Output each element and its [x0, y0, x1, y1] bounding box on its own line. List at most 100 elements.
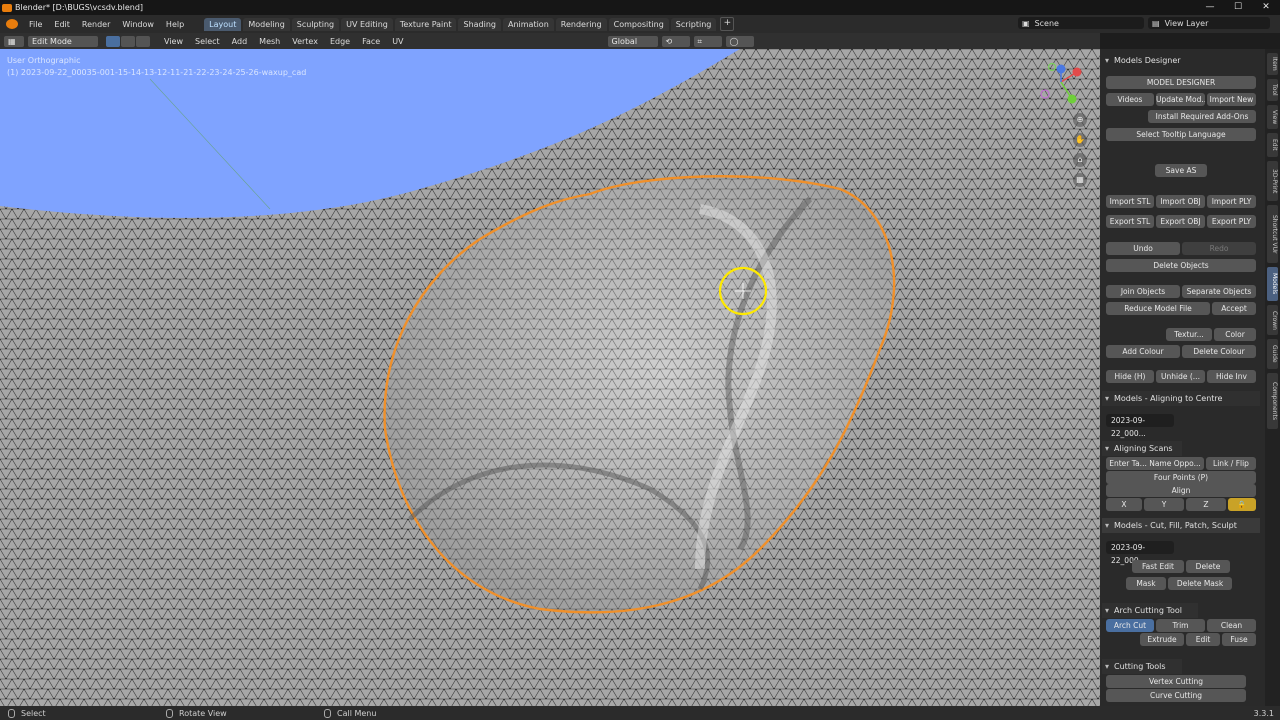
close-button[interactable]: ✕ — [1252, 0, 1280, 15]
menu-add[interactable]: Add — [226, 37, 254, 46]
aligning-centre-header[interactable]: Models - Aligning to Centre — [1102, 391, 1260, 406]
z-axis-icon[interactable] — [1056, 64, 1066, 74]
tab-models[interactable]: Models — [1267, 267, 1278, 301]
import-obj-button[interactable]: Import OBJ — [1156, 195, 1205, 208]
tab-rendering[interactable]: Rendering — [555, 17, 607, 31]
neg-y-axis-icon[interactable] — [1047, 62, 1057, 72]
menu-file[interactable]: File — [23, 20, 48, 29]
delete-mask-button[interactable]: Delete Mask — [1168, 577, 1232, 590]
menu-view[interactable]: View — [158, 37, 189, 46]
import-stl-button[interactable]: Import STL — [1106, 195, 1154, 208]
texture-button[interactable]: Textur... — [1166, 328, 1212, 341]
mode-selector[interactable]: Edit Mode — [28, 35, 98, 47]
axis-x-button[interactable]: X — [1106, 498, 1142, 511]
install-addons-button[interactable]: Install Required Add-Ons — [1148, 110, 1256, 123]
cut-fill-header[interactable]: Models - Cut, Fill, Patch, Sculpt — [1102, 518, 1260, 533]
colour-toggle-button[interactable]: Color — [1214, 328, 1256, 341]
arch-cut-button[interactable]: Arch Cut — [1106, 619, 1154, 632]
menu-mesh[interactable]: Mesh — [253, 37, 286, 46]
export-obj-button[interactable]: Export OBJ — [1156, 215, 1205, 228]
snap-icon[interactable]: ⌗ — [693, 35, 722, 47]
proportional-edit-icon[interactable]: ◯ — [725, 35, 754, 47]
fast-edit-button[interactable]: Fast Edit — [1132, 560, 1184, 573]
fuse-button[interactable]: Fuse — [1222, 633, 1256, 646]
tab-sculpting[interactable]: Sculpting — [291, 17, 340, 31]
delete-colour-button[interactable]: Delete Colour — [1182, 345, 1256, 358]
face-select-button[interactable] — [136, 35, 150, 47]
enter-name-button[interactable]: Enter Ta... Name Oppo... — [1106, 457, 1204, 470]
aligning-scans-header[interactable]: Aligning Scans — [1102, 441, 1182, 456]
unhide-button[interactable]: Unhide (... — [1156, 370, 1205, 383]
add-colour-button[interactable]: Add Colour — [1106, 345, 1180, 358]
menu-edit[interactable]: Edit — [48, 20, 76, 29]
x-axis-icon[interactable] — [1072, 67, 1082, 77]
tab-item[interactable]: Item — [1267, 53, 1278, 75]
camera-icon[interactable]: ⌂ — [1073, 153, 1087, 167]
tab-uv-editing[interactable]: UV Editing — [341, 17, 393, 31]
arch-cutting-header[interactable]: Arch Cutting Tool — [1102, 603, 1198, 618]
neg-x-axis-icon[interactable] — [1040, 89, 1050, 99]
tab-modeling[interactable]: Modeling — [243, 17, 290, 31]
tab-crown[interactable]: Crown — [1267, 305, 1278, 335]
save-as-button[interactable]: Save AS — [1155, 164, 1207, 177]
delete-objects-button[interactable]: Delete Objects — [1106, 259, 1256, 272]
tab-layout[interactable]: Layout — [204, 17, 242, 31]
object-selector-field[interactable]: 2023-09-22_000... — [1106, 414, 1174, 438]
maximize-button[interactable]: ☐ — [1224, 0, 1252, 15]
pivot-point-icon[interactable]: ⟲ — [661, 35, 690, 47]
tab-edit[interactable]: Edit — [1267, 133, 1278, 157]
tab-components[interactable]: Components — [1267, 373, 1278, 429]
reduce-model-button[interactable]: Reduce Model File — [1106, 302, 1210, 315]
tab-tool[interactable]: Tool — [1267, 79, 1278, 101]
vertex-select-button[interactable] — [106, 35, 120, 47]
menu-uv[interactable]: UV — [386, 37, 409, 46]
menu-render[interactable]: Render — [76, 20, 116, 29]
model-designer-button[interactable]: MODEL DESIGNER — [1106, 76, 1256, 89]
scene-selector[interactable]: ▣ Scene — [1018, 17, 1144, 29]
tab-3d-print[interactable]: 3D-Print — [1267, 161, 1278, 201]
tooltip-language-button[interactable]: Select Tooltip Language — [1106, 128, 1256, 141]
menu-help[interactable]: Help — [160, 20, 190, 29]
videos-button[interactable]: Videos — [1106, 93, 1154, 106]
trim-button[interactable]: Trim — [1156, 619, 1205, 632]
import-new-button[interactable]: Import New — [1207, 93, 1256, 106]
clean-button[interactable]: Clean — [1207, 619, 1256, 632]
separate-objects-button[interactable]: Separate Objects — [1182, 285, 1256, 298]
undo-button[interactable]: Undo — [1106, 242, 1180, 255]
tab-animation[interactable]: Animation — [502, 17, 554, 31]
hide-button[interactable]: Hide (H) — [1106, 370, 1154, 383]
add-workspace-button[interactable]: + — [720, 17, 735, 31]
view-layer-selector[interactable]: ▤ View Layer — [1148, 17, 1270, 29]
delete-button[interactable]: Delete — [1186, 560, 1230, 573]
menu-select[interactable]: Select — [189, 37, 226, 46]
lock-icon[interactable]: 🔒 — [1228, 498, 1256, 511]
align-button[interactable]: Align — [1106, 484, 1256, 497]
redo-button[interactable]: Redo — [1182, 242, 1256, 255]
zoom-icon[interactable]: ⊕ — [1073, 113, 1087, 127]
axis-y-button[interactable]: Y — [1144, 498, 1184, 511]
vertex-cutting-button[interactable]: Vertex Cutting — [1106, 675, 1246, 688]
join-objects-button[interactable]: Join Objects — [1106, 285, 1180, 298]
curve-cutting-button[interactable]: Curve Cutting — [1106, 689, 1246, 702]
editor-type-button[interactable]: ▦ — [4, 35, 24, 47]
tab-guide[interactable]: Guide — [1267, 339, 1278, 369]
tab-shortcut[interactable]: Shortcut VUr — [1267, 205, 1278, 263]
models-designer-header[interactable]: Models Designer — [1102, 53, 1260, 68]
minimize-button[interactable]: — — [1196, 0, 1224, 15]
tab-compositing[interactable]: Compositing — [608, 17, 669, 31]
blender-menu-icon[interactable] — [6, 19, 18, 29]
tab-texture-paint[interactable]: Texture Paint — [394, 17, 457, 31]
menu-edge[interactable]: Edge — [324, 37, 356, 46]
import-ply-button[interactable]: Import PLY — [1207, 195, 1256, 208]
menu-window[interactable]: Window — [116, 20, 160, 29]
grid-ortho-icon[interactable]: ▦ — [1073, 173, 1087, 187]
export-ply-button[interactable]: Export PLY — [1207, 215, 1256, 228]
four-points-button[interactable]: Four Points (P) — [1106, 471, 1256, 484]
hide-inverse-button[interactable]: Hide Inv — [1207, 370, 1256, 383]
y-axis-icon[interactable] — [1067, 94, 1077, 104]
axis-z-button[interactable]: Z — [1186, 498, 1226, 511]
object-selector-field-2[interactable]: 2023-09-22_000... — [1106, 541, 1174, 565]
navigation-gizmo[interactable] — [1036, 57, 1086, 107]
menu-face[interactable]: Face — [356, 37, 386, 46]
edge-select-button[interactable] — [121, 35, 135, 47]
